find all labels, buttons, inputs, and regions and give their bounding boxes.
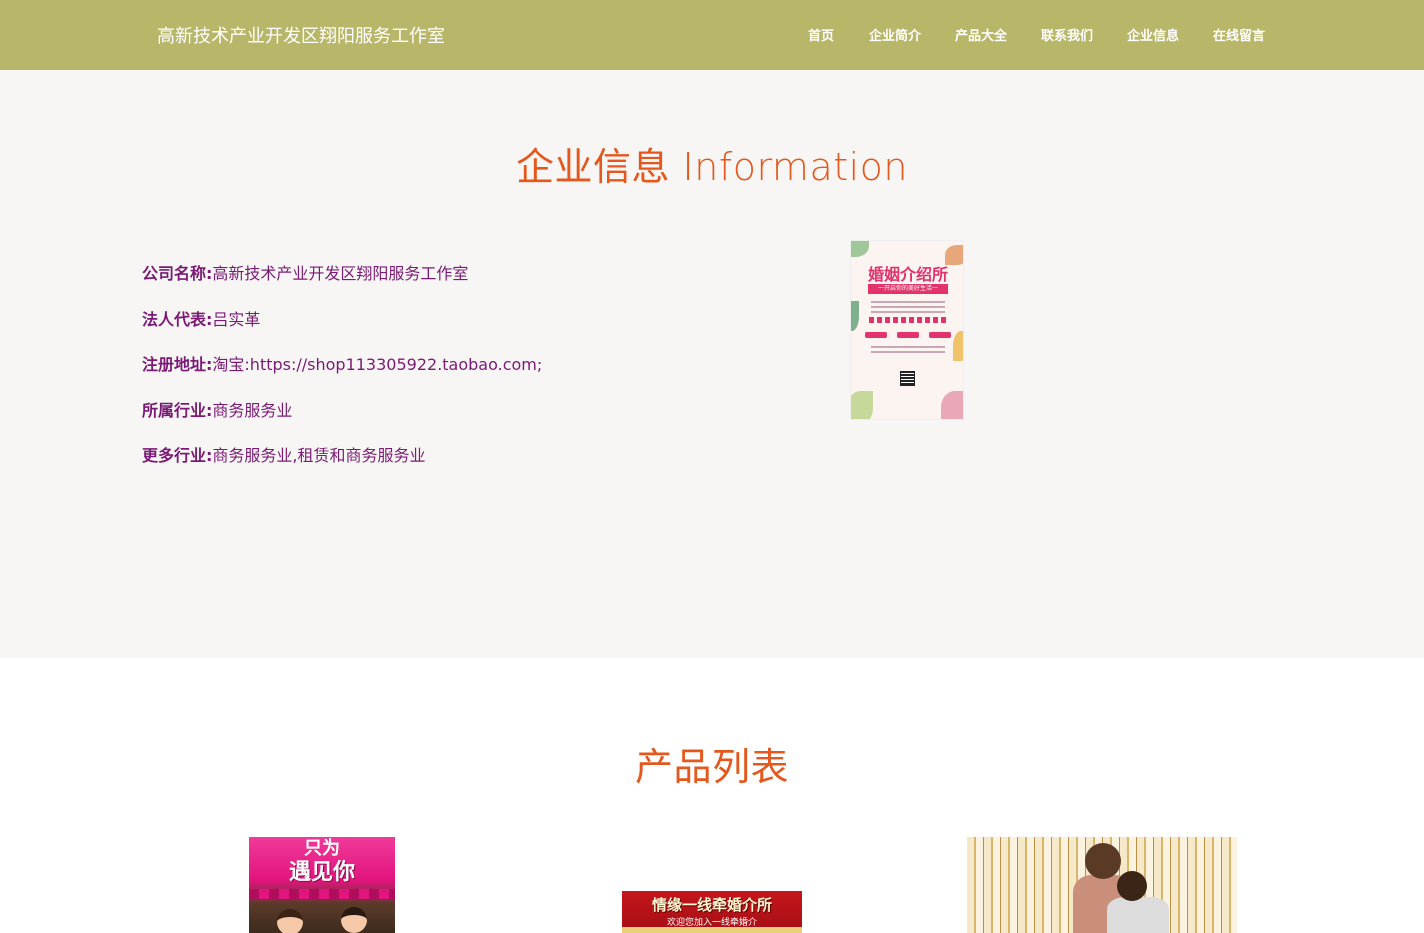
- info-value: 高新技术产业开发区翔阳服务工作室: [212, 264, 469, 283]
- info-label: 注册地址:: [142, 355, 213, 374]
- qr-code-icon: [900, 371, 915, 386]
- couple-figure: [1107, 897, 1169, 933]
- site-title[interactable]: 高新技术产业开发区翔阳服务工作室: [157, 22, 445, 48]
- nav-item-contact[interactable]: 联系我们: [1041, 25, 1093, 44]
- company-info-section: 企业信息 Information 公司名称:高新技术产业开发区翔阳服务工作室 法…: [0, 70, 1424, 658]
- product-image-3[interactable]: [967, 837, 1237, 933]
- nav-item-message[interactable]: 在线留言: [1213, 25, 1265, 44]
- leaf-decoration: [851, 301, 859, 331]
- info-label: 法人代表:: [142, 310, 213, 329]
- nav-item-company-profile[interactable]: 企业简介: [869, 25, 921, 44]
- leaf-decoration: [941, 391, 963, 419]
- info-row-company-name: 公司名称:高新技术产业开发区翔阳服务工作室: [142, 260, 468, 284]
- person-head: [1085, 843, 1121, 879]
- top-header-bar: 高新技术产业开发区翔阳服务工作室 首页 企业简介 产品大全 联系我们 企业信息 …: [0, 0, 1424, 70]
- nav-item-home[interactable]: 首页: [808, 25, 834, 44]
- person-head: [1117, 871, 1147, 901]
- poster-pill: [929, 332, 951, 338]
- leaf-decoration: [851, 241, 869, 257]
- nav-item-products[interactable]: 产品大全: [955, 25, 1007, 44]
- info-row-industry: 所属行业:商务服务业: [142, 397, 292, 421]
- product-image-1[interactable]: 只为 遇见你: [249, 837, 395, 933]
- info-label: 公司名称:: [142, 264, 213, 283]
- ribbon-decoration: [249, 889, 395, 899]
- info-row-legal-rep: 法人代表:吕实革: [142, 306, 260, 330]
- product-2-line1: 情缘一线牵婚介所: [651, 896, 772, 914]
- poster-pill: [865, 332, 887, 338]
- poster-hearts: [869, 317, 947, 323]
- banner-stripe: [622, 927, 802, 933]
- girl-figure-icon: [277, 909, 303, 933]
- info-label: 所属行业:: [142, 401, 213, 420]
- poster-pill: [897, 332, 919, 338]
- info-value: 吕实革: [212, 310, 261, 329]
- poster-text-lines: [871, 346, 945, 356]
- nav-item-company-info[interactable]: 企业信息: [1127, 25, 1179, 44]
- info-label: 更多行业:: [142, 446, 213, 465]
- info-row-more-industries: 更多行业:商务服务业,租赁和商务服务业: [142, 442, 426, 466]
- boy-figure-icon: [341, 907, 367, 933]
- info-value: 淘宝:https://shop113305922.taobao.com;: [212, 355, 543, 374]
- product-1-line1: 只为: [304, 838, 340, 859]
- product-image-2[interactable]: 情缘一线牵婚介所 欢迎您加入一线牵婚介: [622, 891, 802, 933]
- company-poster-image[interactable]: 婚姻介绍所 一开启你的美好生活一: [850, 240, 964, 420]
- info-value: 商务服务业: [212, 401, 293, 420]
- poster-band: 一开启你的美好生活一: [868, 284, 948, 294]
- company-info-heading: 企业信息 Information: [515, 145, 909, 189]
- product-list-section: 产品列表 只为 遇见你 情缘一线牵婚介所 欢迎您加入一线牵婚介: [0, 658, 1424, 933]
- product-list-heading: 产品列表: [634, 745, 789, 789]
- leaf-decoration: [851, 391, 873, 419]
- leaf-decoration: [953, 331, 963, 361]
- info-row-address: 注册地址:淘宝:https://shop113305922.taobao.com…: [142, 351, 542, 375]
- poster-headline: 婚姻介绍所: [867, 265, 948, 284]
- info-value: 商务服务业,租赁和商务服务业: [212, 446, 426, 465]
- poster-text-lines: [871, 301, 945, 316]
- product-1-line2: 遇见你: [288, 860, 355, 885]
